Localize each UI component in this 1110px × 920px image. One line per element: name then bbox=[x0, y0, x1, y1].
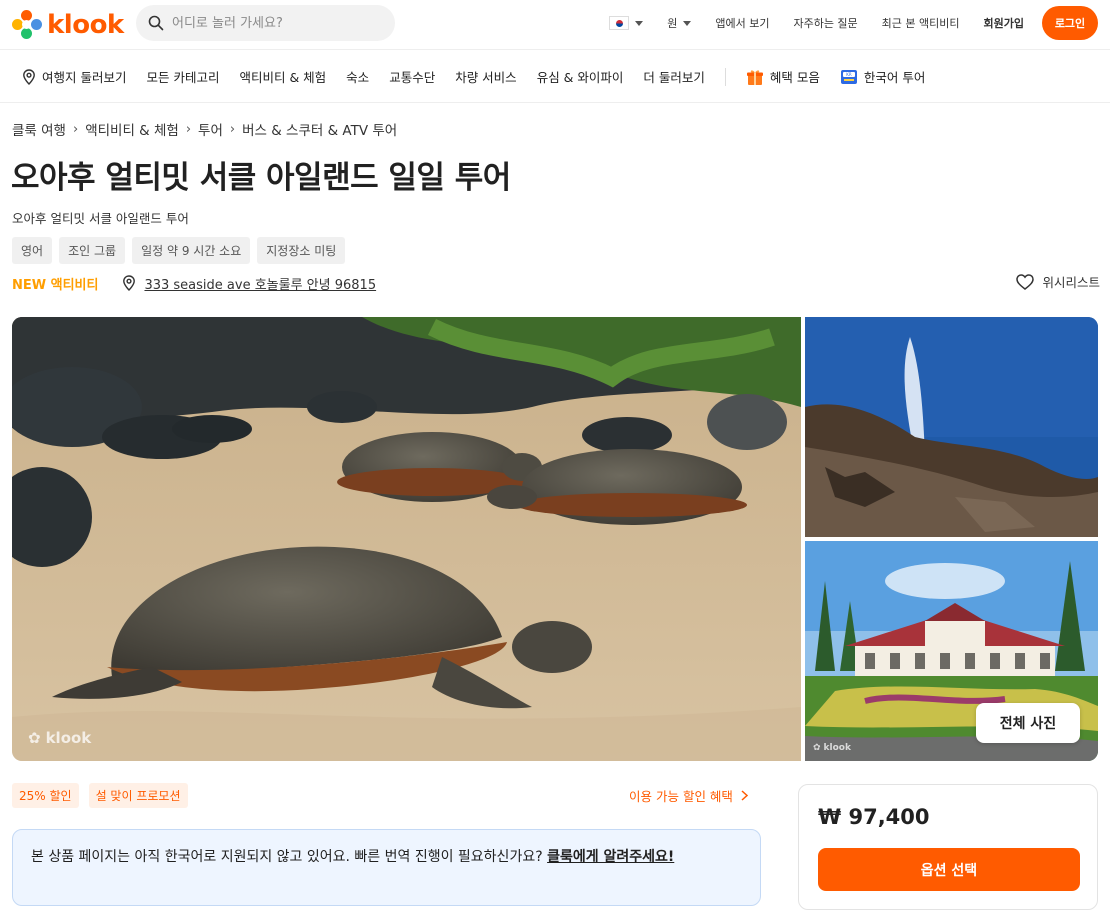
wishlist-button[interactable]: 위시리스트 bbox=[1016, 272, 1100, 291]
nav-activities[interactable]: 액티비티 & 체험 bbox=[239, 67, 326, 86]
promotion-badge: 설 맞이 프로모션 bbox=[88, 783, 188, 808]
nav-transport[interactable]: 교통수단 bbox=[389, 67, 435, 86]
available-discounts-label: 이용 가능 할인 혜택 bbox=[629, 789, 733, 804]
watermark-text: klook bbox=[45, 729, 92, 747]
klook-logo[interactable]: klook bbox=[11, 9, 124, 41]
nav-car-services[interactable]: 차량 서비스 bbox=[455, 67, 516, 86]
side-photo-plantation[interactable]: ✿ klook 전체 사진 bbox=[805, 541, 1098, 761]
klook-logo-icon bbox=[11, 9, 43, 41]
booking-card: ₩ 97,400 옵션 선택 bbox=[798, 784, 1098, 910]
location-pin-icon bbox=[23, 68, 35, 85]
breadcrumb: 클룩 여행 › 액티비티 & 체험 › 투어 › 버스 & 스쿠터 & ATV … bbox=[12, 119, 397, 140]
notify-klook-link[interactable]: 클룩에게 알려주세요! bbox=[547, 849, 674, 865]
chevron-down-icon bbox=[683, 20, 692, 26]
location-pin-icon bbox=[123, 275, 136, 291]
chevron-down-icon bbox=[635, 20, 644, 26]
product-tags: 영어 조인 그룹 일정 약 9 시간 소요 지정장소 미팅 bbox=[12, 237, 346, 264]
korea-flag-icon bbox=[609, 16, 630, 30]
nav-korean-tours[interactable]: KR 한국어 투어 bbox=[840, 67, 925, 86]
page-title: 오아후 얼티밋 서클 아일랜드 일일 투어 bbox=[11, 160, 511, 196]
tag-group-type: 조인 그룹 bbox=[59, 237, 126, 264]
recently-viewed-link[interactable]: 최근 본 액티비티 bbox=[882, 15, 960, 31]
svg-text:KR: KR bbox=[846, 72, 852, 77]
wishlist-label: 위시리스트 bbox=[1042, 275, 1100, 290]
price: ₩ 97,400 bbox=[818, 805, 930, 829]
nav-destinations-label: 여행지 둘러보기 bbox=[42, 70, 127, 85]
nav-more[interactable]: 더 둘러보기 bbox=[643, 67, 704, 86]
watermark-logo-icon: ✿ bbox=[813, 743, 821, 753]
main-photo-turtles[interactable]: ✿ klook bbox=[12, 317, 801, 761]
address-link[interactable]: 333 seaside ave 호놀룰루 안녕 96815 bbox=[144, 274, 376, 293]
login-button[interactable]: 로그인 bbox=[1042, 6, 1098, 40]
new-activity-badge: NEW 액티비티 bbox=[12, 277, 99, 293]
translation-notice: 본 상품 페이지는 아직 한국어로 지원되지 않고 있어요. 빠른 번역 진행이… bbox=[12, 829, 761, 906]
faq-link[interactable]: 자주하는 질문 bbox=[793, 15, 857, 31]
search-bar[interactable] bbox=[136, 5, 395, 41]
discount-badge: 25% 할인 bbox=[12, 783, 79, 808]
tag-meeting: 지정장소 미팅 bbox=[257, 237, 346, 264]
nav-divider bbox=[724, 67, 726, 86]
nav-sim-wifi[interactable]: 유심 & 와이파이 bbox=[537, 67, 624, 86]
currency-selector[interactable]: 원 bbox=[667, 15, 692, 31]
breadcrumb-item[interactable]: 버스 & 스쿠터 & ATV 투어 bbox=[242, 119, 397, 139]
nav-korean-tours-label: 한국어 투어 bbox=[863, 70, 926, 85]
breadcrumb-item[interactable]: 투어 bbox=[198, 119, 223, 139]
breadcrumb-item[interactable]: 클룩 여행 bbox=[12, 119, 66, 139]
klook-watermark-small: ✿ klook bbox=[813, 743, 851, 753]
view-all-photos-button[interactable]: 전체 사진 bbox=[976, 703, 1080, 743]
tag-language: 영어 bbox=[12, 237, 53, 264]
klook-watermark: ✿ klook bbox=[28, 729, 91, 747]
breadcrumb-item[interactable]: 액티비티 & 체험 bbox=[85, 119, 179, 139]
watermark-text: klook bbox=[823, 743, 851, 753]
language-selector[interactable] bbox=[609, 16, 644, 30]
category-nav: 여행지 둘러보기 모든 카테고리 액티비티 & 체험 숙소 교통수단 차량 서비… bbox=[0, 51, 1110, 103]
top-right-menu: 원 앱에서 보기 자주하는 질문 최근 본 액티비티 회원가입 로그인 bbox=[585, 6, 1098, 40]
chevron-right-icon: › bbox=[72, 121, 79, 137]
notice-text: 본 상품 페이지는 아직 한국어로 지원되지 않고 있어요. 빠른 번역 진행이… bbox=[31, 849, 548, 865]
nav-all-categories[interactable]: 모든 카테고리 bbox=[146, 67, 219, 86]
search-icon bbox=[148, 15, 164, 31]
available-discounts-link[interactable]: 이용 가능 할인 혜택 bbox=[629, 786, 748, 805]
heart-icon bbox=[1016, 273, 1035, 290]
signup-link[interactable]: 회원가입 bbox=[984, 15, 1024, 31]
search-input[interactable] bbox=[172, 15, 372, 31]
gift-icon bbox=[746, 69, 763, 85]
address[interactable]: 333 seaside ave 호놀룰루 안녕 96815 bbox=[122, 274, 376, 293]
watermark-logo-icon: ✿ bbox=[28, 729, 41, 747]
chevron-right-icon: › bbox=[185, 121, 192, 137]
nav-hotels[interactable]: 숙소 bbox=[346, 67, 369, 86]
turtles-on-beach-image bbox=[12, 317, 801, 761]
select-option-button[interactable]: 옵션 선택 bbox=[818, 848, 1080, 891]
blowhole-ocean-image bbox=[805, 317, 1098, 537]
chevron-right-icon bbox=[741, 790, 748, 801]
logo-text: klook bbox=[47, 10, 124, 40]
nav-deals[interactable]: 혜택 모음 bbox=[746, 67, 820, 86]
chevron-right-icon: › bbox=[229, 121, 236, 137]
photo-gallery: ✿ klook ✿ klook 전체 사진 bbox=[12, 317, 1098, 761]
top-header: klook 원 앱에서 보기 자주하는 질문 최근 본 액티비티 회원가입 로그… bbox=[0, 0, 1110, 50]
nav-destinations[interactable]: 여행지 둘러보기 bbox=[22, 67, 126, 86]
korean-tour-icon: KR bbox=[840, 69, 857, 84]
app-link[interactable]: 앱에서 보기 bbox=[715, 15, 769, 31]
currency-label: 원 bbox=[667, 17, 678, 30]
product-meta: NEW 액티비티 333 seaside ave 호놀룰루 안녕 96815 위… bbox=[12, 272, 1100, 294]
page-subtitle: 오아후 얼티밋 서클 아일랜드 투어 bbox=[12, 211, 189, 226]
nav-deals-label: 혜택 모음 bbox=[769, 70, 820, 85]
tag-duration: 일정 약 9 시간 소요 bbox=[132, 237, 251, 264]
promo-badges: 25% 할인 설 맞이 프로모션 bbox=[12, 783, 188, 808]
side-photo-blowhole[interactable] bbox=[805, 317, 1098, 537]
